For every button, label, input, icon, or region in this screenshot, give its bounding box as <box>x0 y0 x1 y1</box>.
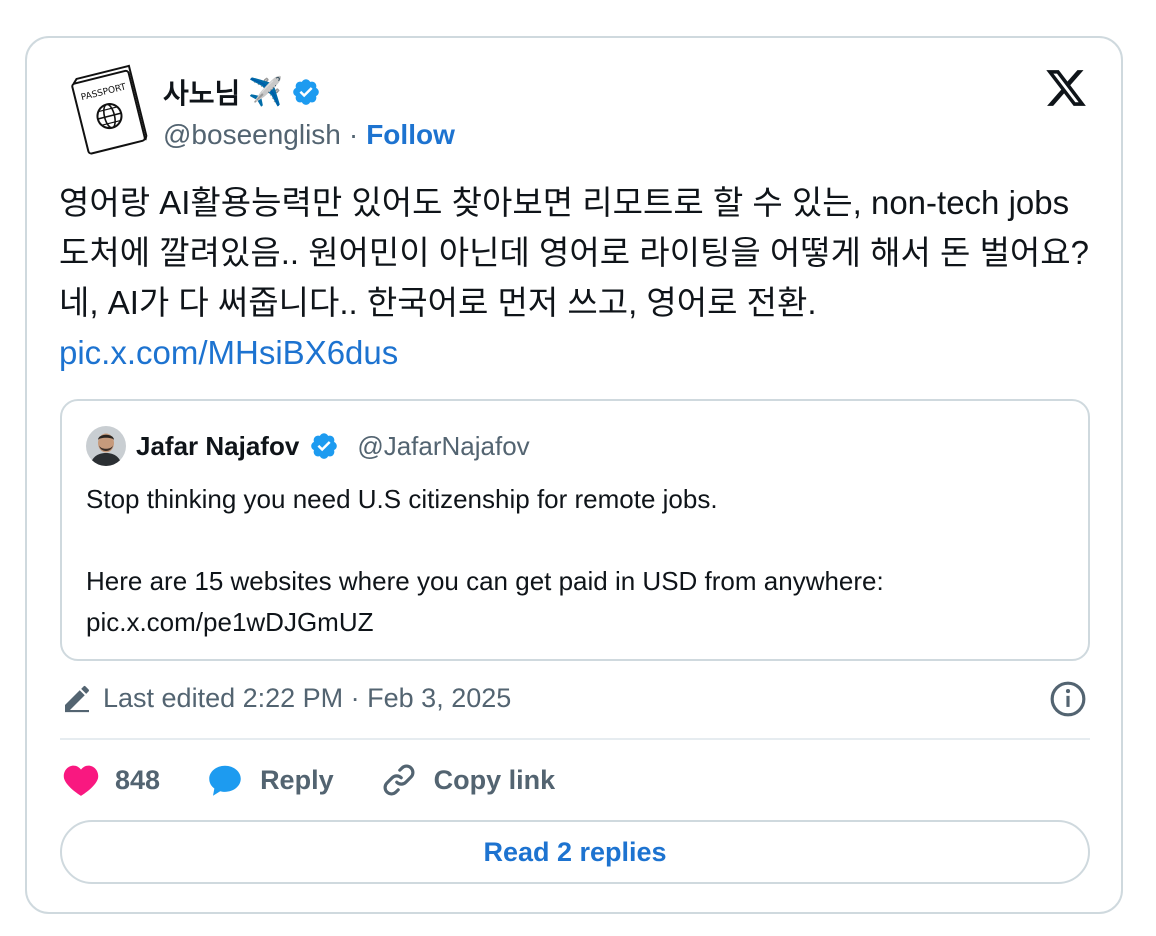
follow-button[interactable]: Follow <box>366 119 455 151</box>
author-display-name[interactable]: 사노님 <box>163 72 240 112</box>
read-replies-button[interactable]: Read 2 replies <box>60 820 1090 884</box>
info-icon[interactable] <box>1049 680 1087 718</box>
verified-badge-icon[interactable] <box>291 77 321 107</box>
quoted-media-link[interactable]: pic.x.com/pe1wDJGmUZ <box>86 602 1066 643</box>
airplane-emoji-icon: ✈️ <box>248 76 284 107</box>
x-logo-icon[interactable] <box>1043 66 1089 110</box>
reply-button[interactable]: Reply <box>206 762 334 798</box>
last-edited-timestamp[interactable]: Last edited 2:22 PM · Feb 3, 2025 <box>103 683 511 714</box>
tweet-body: 영어랑 AI활용능력만 있어도 찾아보면 리모트로 할 수 있는, non-te… <box>59 178 1099 378</box>
quoted-line-1: Stop thinking you need U.S citizenship f… <box>86 484 718 514</box>
handle-separator: · <box>348 119 359 150</box>
quoted-line-2: Here are 15 websites where you can get p… <box>86 566 884 596</box>
like-button[interactable]: 848 <box>63 763 160 797</box>
quoted-author-name[interactable]: Jafar Najafov <box>136 431 299 462</box>
reply-label: Reply <box>260 764 334 795</box>
author-avatar[interactable]: PASSPORT <box>63 62 155 158</box>
quoted-author-handle[interactable]: @JafarNajafov <box>357 431 529 462</box>
author-handle-row: @boseenglish · Follow <box>163 116 455 154</box>
divider <box>60 738 1090 740</box>
quoted-tweet-text: Stop thinking you need U.S citizenship f… <box>86 479 1066 643</box>
edit-timestamp-row: Last edited 2:22 PM · Feb 3, 2025 <box>61 678 511 718</box>
copy-link-button[interactable]: Copy link <box>380 761 556 799</box>
author-name-row: 사노님 ✈️ <box>163 72 321 112</box>
pencil-icon <box>65 685 90 713</box>
embedded-tweet-card: PASSPORT 사노님 ✈️ @boseenglish · Follow 영어… <box>25 36 1123 914</box>
quoted-author-avatar[interactable] <box>86 426 126 466</box>
link-icon <box>383 764 415 796</box>
tweet-text: 영어랑 AI활용능력만 있어도 찾아보면 리모트로 할 수 있는, non-te… <box>59 184 1090 321</box>
verified-badge-icon <box>311 433 338 459</box>
tweet-actions: 848 Reply Copy link <box>63 758 601 802</box>
passport-avatar-icon: PASSPORT <box>71 64 148 155</box>
reply-bubble-icon <box>209 765 241 796</box>
author-handle[interactable]: @boseenglish <box>163 119 341 151</box>
heart-icon <box>63 765 99 796</box>
quoted-tweet[interactable]: Jafar Najafov @JafarNajafov Stop thinkin… <box>60 399 1090 661</box>
quoted-tweet-header: Jafar Najafov @JafarNajafov <box>86 425 530 467</box>
person-avatar-icon <box>86 426 126 466</box>
like-count: 848 <box>115 764 161 795</box>
copy-link-label: Copy link <box>433 764 556 795</box>
tweet-media-link[interactable]: pic.x.com/MHsiBX6dus <box>59 334 398 371</box>
